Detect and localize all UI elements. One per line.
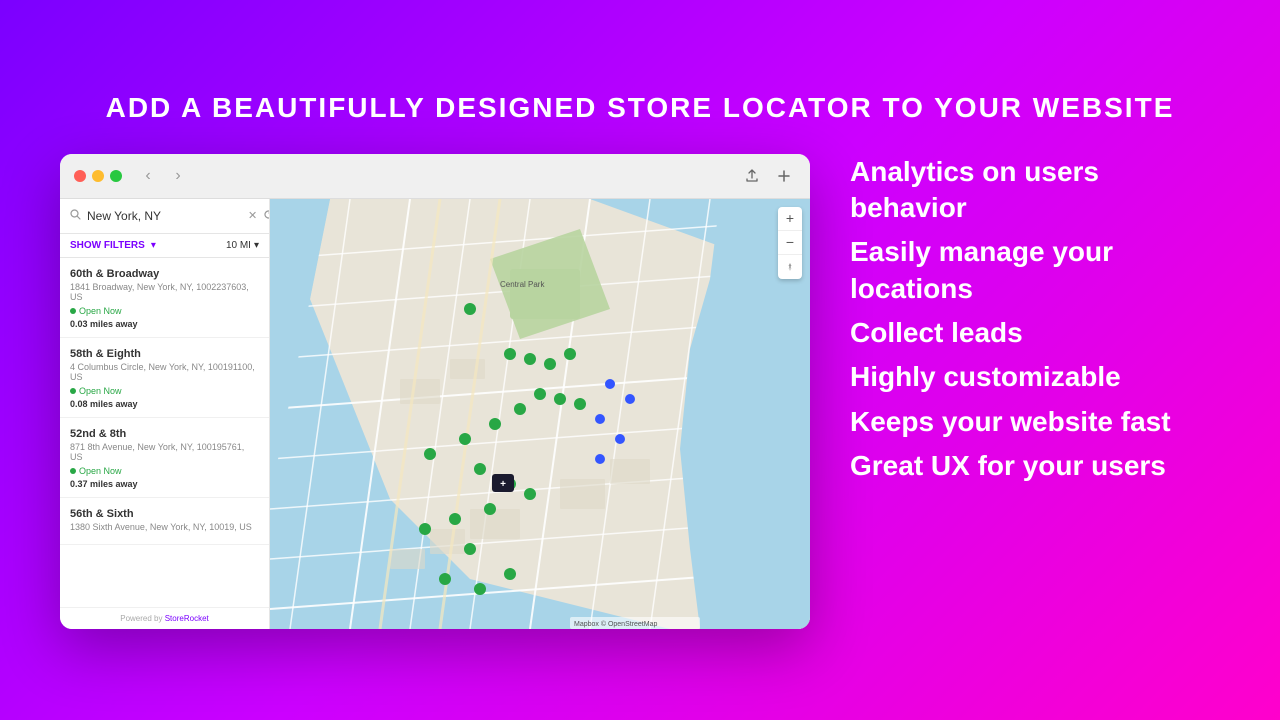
status-text: Open Now [79,466,122,476]
feature-analytics: Analytics on users behavior [850,154,1220,227]
features-list: Analytics on users behavior Easily manag… [850,154,1220,485]
share-icon[interactable] [740,164,764,188]
dot-red[interactable] [74,170,86,182]
feature-ux: Great UX for your users [850,448,1220,484]
svg-text:Mapbox © OpenStreetMap: Mapbox © OpenStreetMap [574,620,657,628]
filter-bar[interactable]: SHOW FILTERS ▾ 10 MI ▾ [60,234,269,258]
location-address: 1380 Sixth Avenue, New York, NY, 10019, … [70,522,259,532]
status-dot [70,468,76,474]
locator-sidebar: ✕ SHOW FILTERS ▾ 10 MI ▾ [60,199,270,629]
locator-body: ✕ SHOW FILTERS ▾ 10 MI ▾ [60,199,810,629]
status-dot [70,308,76,314]
svg-text:+: + [500,479,506,490]
list-item[interactable]: 58th & Eighth 4 Columbus Circle, New Yor… [60,338,269,418]
svg-text:Central Park: Central Park [500,280,545,289]
search-refresh-icon[interactable] [263,209,270,223]
powered-by: Powered by StoreRocket [60,607,269,629]
feature-collect-leads: Collect leads [850,315,1220,351]
filter-chevron-icon: ▾ [151,240,156,251]
location-name: 58th & Eighth [70,348,259,360]
search-icon [70,209,81,223]
browser-nav: ‹ › [136,164,190,188]
distance-value: 10 MI [226,240,251,251]
location-address: 4 Columbus Circle, New York, NY, 1001911… [70,362,259,382]
browser-window: ‹ › [60,154,810,629]
feature-manage-locations: Easily manage your locations [850,234,1220,307]
map-area[interactable]: + Central Park Mapbox © OpenStreetMap + … [270,199,810,629]
status-text: Open Now [79,386,122,396]
location-distance: 0.08 miles away [70,399,259,409]
list-item[interactable]: 52nd & 8th 871 8th Avenue, New York, NY,… [60,418,269,498]
feature-fast: Keeps your website fast [850,404,1220,440]
dot-yellow[interactable] [92,170,104,182]
location-name: 60th & Broadway [70,268,259,280]
dot-green[interactable] [110,170,122,182]
browser-chrome: ‹ › [60,154,810,199]
location-status: Open Now [70,386,259,396]
locations-list: 60th & Broadway 1841 Broadway, New York,… [60,258,269,607]
search-input[interactable] [87,209,242,223]
status-dot [70,388,76,394]
location-distance: 0.03 miles away [70,319,259,329]
back-arrow[interactable]: ‹ [136,164,160,188]
powered-by-text: Powered by [120,614,162,623]
distance-select[interactable]: 10 MI ▾ [226,240,259,251]
location-status: Open Now [70,306,259,316]
powered-brand[interactable]: StoreRocket [165,614,209,623]
zoom-out-button[interactable]: − [778,231,802,255]
location-address: 871 8th Avenue, New York, NY, 100195761,… [70,442,259,462]
list-item[interactable]: 56th & Sixth 1380 Sixth Avenue, New York… [60,498,269,545]
browser-actions [740,164,796,188]
map-compass-icon[interactable] [778,255,802,279]
map-canvas: + Central Park Mapbox © OpenStreetMap [270,199,810,629]
page-title: ADD A BEAUTIFULLY DESIGNED STORE LOCATOR… [106,92,1175,124]
location-name: 56th & Sixth [70,508,259,520]
search-bar: ✕ [60,199,269,234]
search-clear-icon[interactable]: ✕ [248,209,257,222]
location-name: 52nd & 8th [70,428,259,440]
location-address: 1841 Broadway, New York, NY, 1002237603,… [70,282,259,302]
feature-customizable: Highly customizable [850,359,1220,395]
content-area: ‹ › [60,154,1220,629]
forward-arrow[interactable]: › [166,164,190,188]
browser-dots [74,170,122,182]
location-status: Open Now [70,466,259,476]
distance-chevron-icon: ▾ [254,240,259,251]
filter-label: SHOW FILTERS [70,240,145,251]
add-tab-icon[interactable] [772,164,796,188]
status-text: Open Now [79,306,122,316]
zoom-in-button[interactable]: + [778,207,802,231]
map-controls: + − [778,207,802,279]
location-distance: 0.37 miles away [70,479,259,489]
list-item[interactable]: 60th & Broadway 1841 Broadway, New York,… [60,258,269,338]
